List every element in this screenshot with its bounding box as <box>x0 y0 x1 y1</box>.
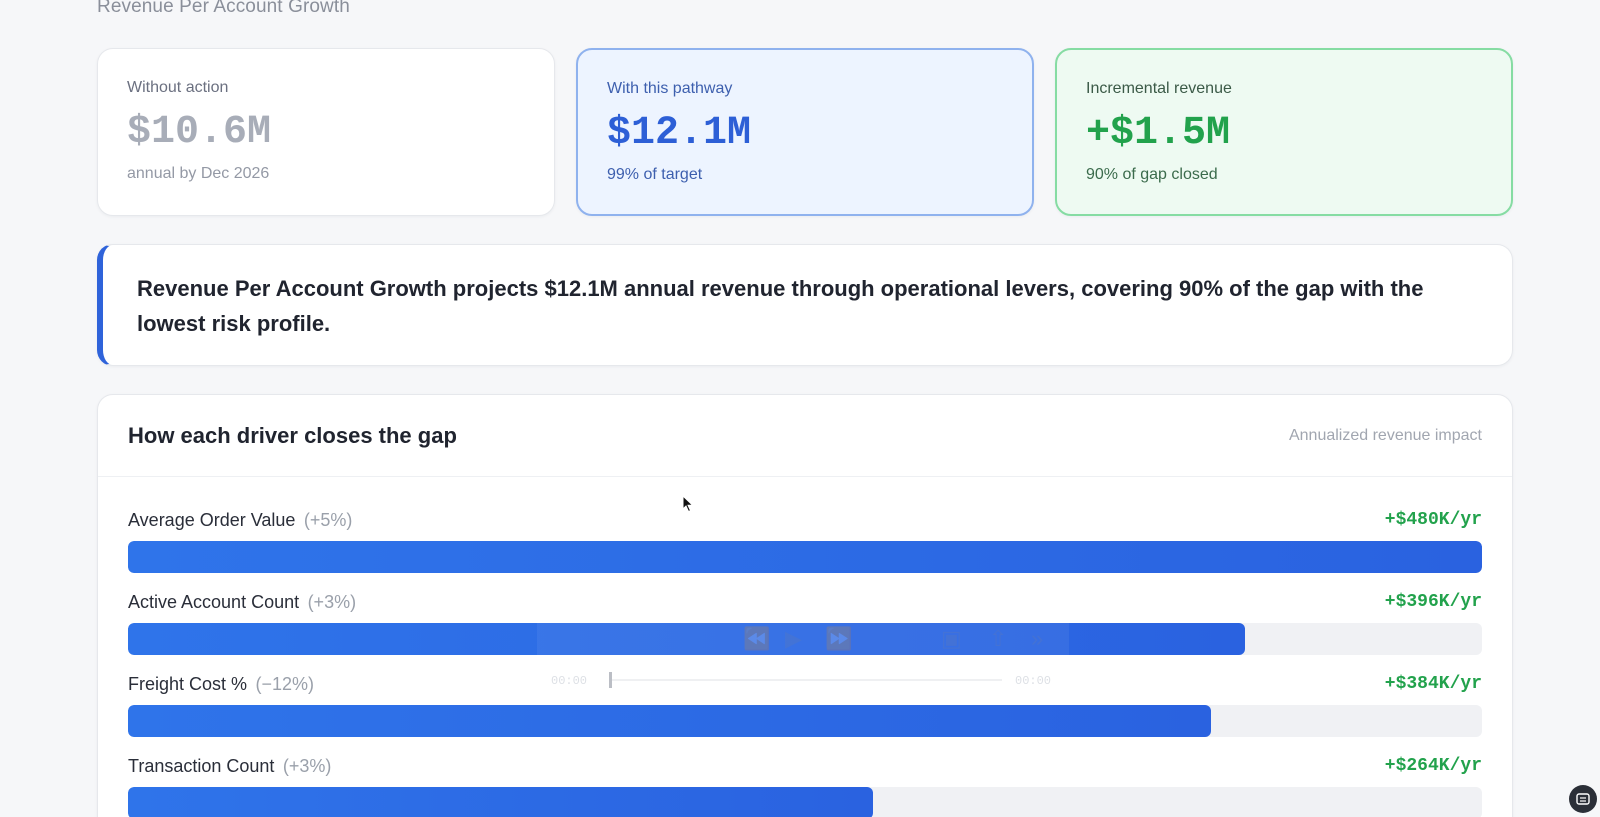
driver-bar-fill <box>128 541 1482 573</box>
drivers-panel: How each driver closes the gap Annualize… <box>97 394 1513 817</box>
play-icon[interactable]: ▶ <box>785 626 802 652</box>
stat-card-incremental-revenue: Incremental revenue +$1.5M 90% of gap cl… <box>1055 48 1513 216</box>
fast-forward-icon[interactable]: ⏩ <box>825 626 852 652</box>
driver-name: Freight Cost % <box>128 673 248 694</box>
driver-name: Transaction Count <box>128 755 275 776</box>
driver-bar-track <box>128 787 1482 817</box>
video-scrubber[interactable] <box>612 679 1002 681</box>
rewind-icon[interactable]: ⏪ <box>743 626 770 652</box>
page: Revenue Per Account Growth Without actio… <box>0 0 1600 817</box>
video-time-end: 00:00 <box>1015 674 1052 688</box>
drivers-title: How each driver closes the gap <box>128 422 457 448</box>
driver-impact: +$480K/yr <box>1384 510 1482 530</box>
stat-label: Incremental revenue <box>1086 80 1232 97</box>
picture-in-picture-icon[interactable]: ▣ <box>941 626 962 652</box>
video-time-start: 00:00 <box>551 674 588 688</box>
stat-value: +$1.5M <box>1086 111 1231 156</box>
driver-delta: (+3%) <box>282 755 332 776</box>
page-title: Revenue Per Account Growth <box>97 0 350 17</box>
driver-bar-fill <box>128 705 1212 737</box>
driver-bar-track <box>128 541 1482 573</box>
driver-delta: (+5%) <box>303 509 353 530</box>
drivers-header: How each driver closes the gap Annualize… <box>98 395 1512 477</box>
driver-delta: (−12%) <box>255 673 315 694</box>
stat-label: With this pathway <box>607 80 733 97</box>
stat-card-with-pathway: With this pathway $12.1M 99% of target <box>576 48 1034 216</box>
stat-sub: 90% of gap closed <box>1086 166 1218 183</box>
stat-sub: annual by Dec 2026 <box>127 165 270 182</box>
driver-row: Average Order Value (+5%) +$480K/yr <box>128 507 1482 589</box>
share-icon[interactable]: ⇧ <box>989 626 1007 652</box>
summary-text: Revenue Per Account Growth projects $12.… <box>137 276 1424 336</box>
drivers-caption: Annualized revenue impact <box>1288 426 1482 444</box>
driver-row: Transaction Count (+3%) +$264K/yr <box>128 753 1482 817</box>
video-controls-overlay[interactable]: ⏪ ▶ ⏩ ▣ ⇧ » 00:00 00:00 <box>537 608 1069 698</box>
stat-value: $12.1M <box>607 111 752 156</box>
driver-impact: +$396K/yr <box>1384 592 1482 612</box>
stat-card-without-action: Without action $10.6M annual by Dec 2026 <box>97 48 555 216</box>
stat-sub: 99% of target <box>607 166 703 183</box>
driver-bar-fill <box>128 787 873 817</box>
stat-value: $10.6M <box>127 110 272 155</box>
driver-impact: +$384K/yr <box>1384 674 1482 694</box>
stat-label: Without action <box>127 79 229 96</box>
driver-bar-track <box>128 705 1482 737</box>
more-icon[interactable]: » <box>1031 626 1043 652</box>
driver-impact: +$264K/yr <box>1384 756 1482 776</box>
driver-name: Active Account Count <box>128 591 300 612</box>
screen-capture-button[interactable] <box>1569 785 1597 813</box>
summary-callout: Revenue Per Account Growth projects $12.… <box>97 244 1513 366</box>
driver-delta: (+3%) <box>307 591 357 612</box>
driver-name: Average Order Value <box>128 509 296 530</box>
video-scrubber-knob[interactable] <box>609 672 612 688</box>
screen-capture-icon <box>1576 793 1590 805</box>
cursor-icon <box>682 495 694 513</box>
